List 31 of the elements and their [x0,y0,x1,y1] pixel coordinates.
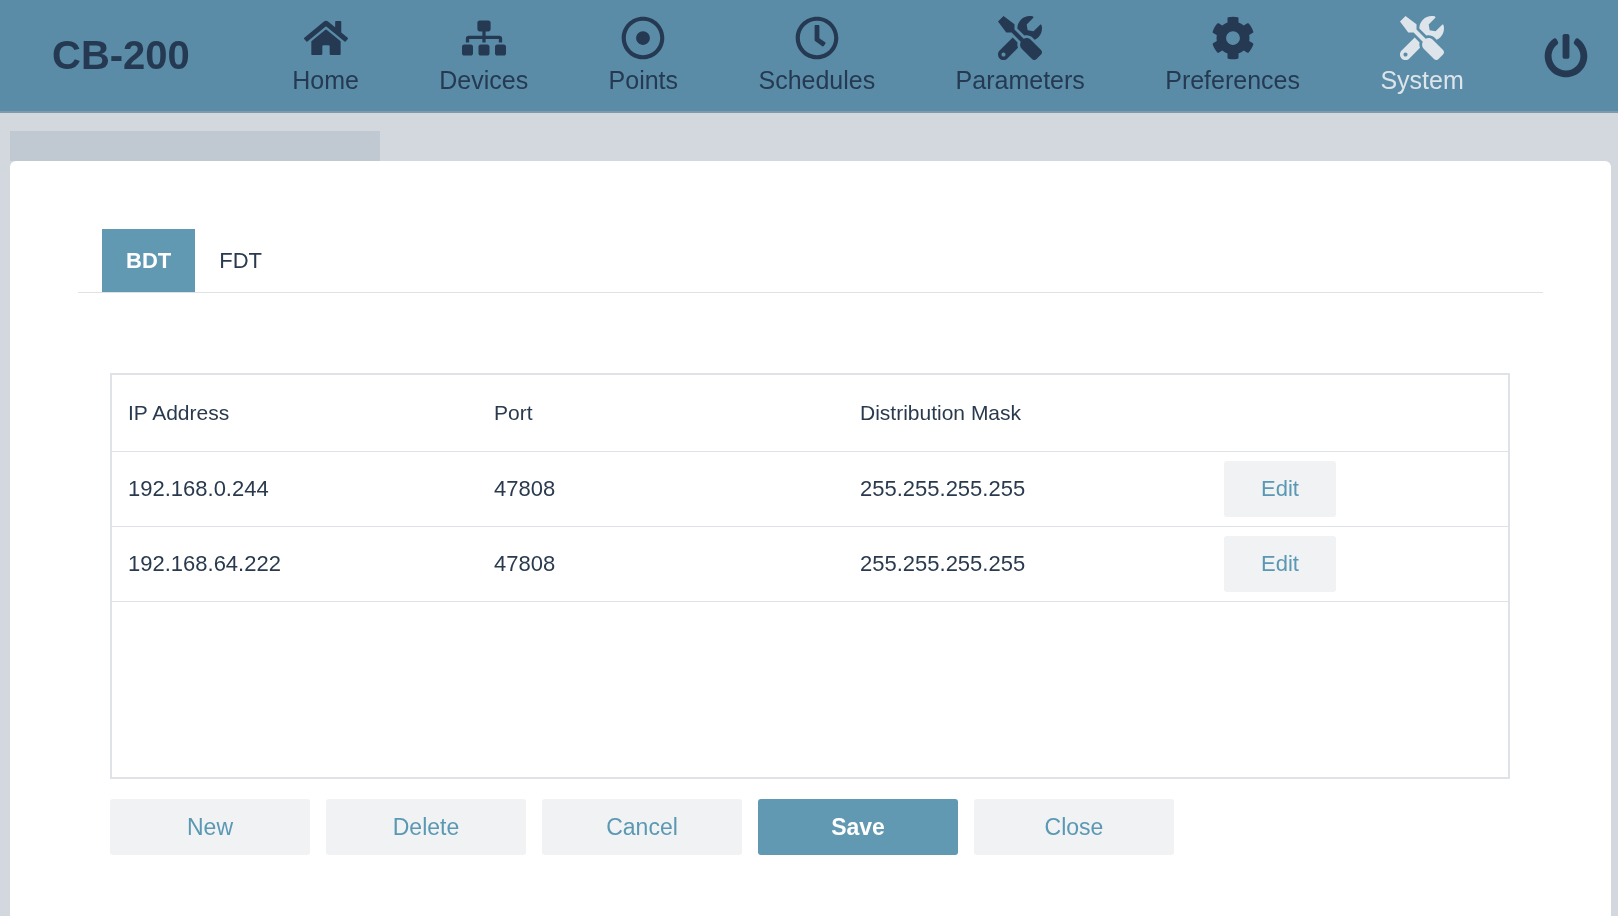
table-cell-text: 47808 [494,551,557,577]
table-cell-text: 192.168.0.244 [128,476,270,502]
logo: CB-200 [52,33,191,78]
column-header: Port [494,401,534,425]
tools-icon [1400,16,1445,60]
nav-item[interactable]: Parameters [955,16,1085,95]
nav-item[interactable]: Preferences [1165,16,1300,95]
edit-button[interactable]: Edit [1224,461,1336,517]
power-icon[interactable] [1544,33,1588,78]
table-cell-text: 255.255.255.255 [860,476,1027,502]
nav-item[interactable]: Points [608,16,679,95]
table-cell-text: 255.255.255.255 [860,551,1027,577]
nav-item[interactable]: Home [292,16,359,95]
tab[interactable]: FDT [195,229,286,292]
action-button[interactable]: Delete [326,799,526,855]
action-button[interactable]: Close [974,799,1174,855]
nav-item[interactable]: Devices [439,16,529,95]
clock-icon [794,16,839,60]
nav-item[interactable]: System [1380,16,1464,95]
action-button[interactable]: Save [758,799,958,855]
column-header: IP Address [128,401,231,425]
settings-icon [1210,16,1255,60]
action-button[interactable]: Cancel [542,799,742,855]
tools-icon [998,16,1043,60]
table-cell-text: 192.168.64.222 [128,551,282,577]
column-header: Distribution Mask [860,401,1023,425]
action-button[interactable]: New [110,799,310,855]
nav-item[interactable]: Schedules [758,16,876,95]
edit-button[interactable]: Edit [1224,536,1336,592]
tab[interactable]: BDT [102,229,196,292]
table-cell-text: 47808 [494,476,557,502]
